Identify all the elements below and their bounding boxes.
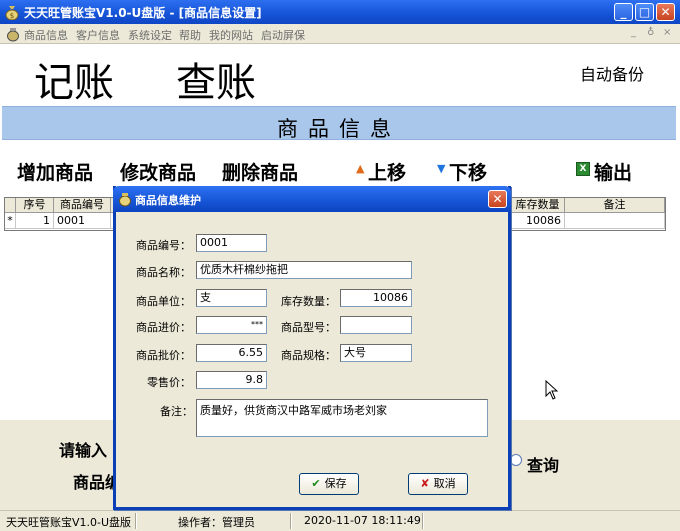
main-title-bar: $ 天天旺管账宝V1.0-U盘版 - [商品信息设置] _ □ ✕ — [0, 0, 680, 24]
mdi-minimize-button[interactable]: _ — [631, 27, 636, 38]
spec-input[interactable]: 大号 — [340, 344, 412, 362]
model-input[interactable] — [340, 316, 412, 334]
dialog-title-bar: 商品信息维护 ✕ — [113, 186, 511, 212]
cell-index[interactable]: 1 — [16, 213, 54, 229]
column-header-index[interactable]: 序号 — [16, 198, 54, 213]
record-button[interactable]: 记账 — [34, 50, 114, 108]
stock-input[interactable]: 10086 — [340, 289, 412, 307]
query-accounts-button[interactable]: 查账 — [176, 50, 256, 108]
checkmark-icon: ✔ — [311, 477, 321, 490]
edit-product-button[interactable]: 修改商品 — [120, 158, 196, 185]
menu-bar: 商品信息 客户信息 系统设定 帮助 我的网站 启动屏保 _ ♁ × — [0, 24, 680, 44]
stock-label: 库存数量： — [281, 295, 336, 308]
cost-label: 商品进价： — [136, 321, 191, 334]
window-title: 天天旺管账宝V1.0-U盘版 - [商品信息设置] — [24, 6, 262, 20]
wholesale-input[interactable]: 6.55 — [196, 344, 267, 362]
cell-note[interactable] — [565, 213, 665, 229]
svg-text:$: $ — [10, 12, 14, 20]
menu-item-screensaver[interactable]: 启动屏保 — [261, 27, 305, 43]
status-divider — [135, 513, 137, 529]
dialog-money-bag-icon — [119, 193, 131, 207]
menu-item-products[interactable]: 商品信息 — [24, 27, 68, 43]
arrow-down-icon: ▼ — [437, 162, 446, 175]
menu-item-customers[interactable]: 客户信息 — [76, 27, 120, 43]
column-header-note[interactable]: 备注 — [565, 198, 665, 213]
menu-item-settings[interactable]: 系统设定 — [128, 27, 172, 43]
section-title: 商品信息 — [277, 117, 401, 141]
spec-label: 商品规格： — [281, 349, 336, 362]
note-textarea[interactable]: 质量好，供货商汉中路军威市场老刘家 — [196, 399, 488, 437]
status-bar: 天天旺管账宝V1.0-U盘版 操作者：管理员 2020-11-07 18:11:… — [0, 510, 680, 531]
mdi-restore-button[interactable]: ♁ — [647, 27, 654, 38]
unit-input[interactable]: 支 — [196, 289, 267, 307]
mouse-cursor-icon — [545, 380, 559, 400]
cancel-button-label: 取消 — [433, 477, 456, 490]
mdi-money-bag-icon — [7, 28, 19, 42]
maximize-button[interactable]: □ — [635, 3, 654, 21]
query-radio[interactable] — [510, 454, 522, 466]
query-button[interactable]: 查询 — [527, 452, 559, 476]
code-input[interactable]: 0001 — [196, 234, 267, 252]
status-operator: 操作者：管理员 — [178, 516, 255, 529]
save-button[interactable]: ✔ 保存 — [299, 473, 359, 495]
column-header-stock[interactable]: 库存数量 — [511, 198, 565, 213]
menu-item-help[interactable]: 帮助 — [179, 27, 201, 43]
auto-backup-button[interactable]: 自动备份 — [580, 61, 644, 85]
close-button[interactable]: ✕ — [656, 3, 675, 21]
name-input[interactable]: 优质木杆棉纱拖把 — [196, 261, 412, 279]
model-label: 商品型号： — [281, 321, 336, 334]
status-divider — [422, 513, 424, 529]
status-divider — [290, 513, 292, 529]
app-money-bag-icon: $ — [5, 6, 19, 20]
query-prompt-label: 请输入 — [59, 441, 108, 460]
code-label: 商品编号： — [136, 239, 191, 252]
name-label: 商品名称： — [136, 266, 191, 279]
move-down-button[interactable]: 下移 — [449, 158, 487, 185]
row-marker[interactable]: * — [5, 213, 16, 229]
cell-stock[interactable]: 10086 — [511, 213, 565, 229]
minimize-button[interactable]: _ — [614, 3, 633, 21]
cell-code[interactable]: 0001 — [54, 213, 111, 229]
cancel-button[interactable]: ✘ 取消 — [408, 473, 468, 495]
unit-label: 商品单位： — [136, 295, 191, 308]
add-product-button[interactable]: 增加商品 — [17, 158, 93, 185]
arrow-up-icon: ▲ — [356, 162, 365, 175]
wholesale-label: 商品批价： — [136, 349, 191, 362]
move-up-button[interactable]: 上移 — [368, 158, 406, 185]
status-app-name: 天天旺管账宝V1.0-U盘版 — [6, 516, 132, 529]
dialog-title: 商品信息维护 — [135, 194, 201, 207]
retail-label: 零售价： — [147, 376, 191, 389]
save-button-label: 保存 — [324, 477, 347, 490]
delete-product-button[interactable]: 删除商品 — [222, 158, 298, 185]
excel-export-icon: X — [576, 162, 590, 176]
grid-corner — [5, 198, 16, 213]
status-datetime: 2020-11-07 18:11:49 — [304, 514, 421, 527]
retail-input[interactable]: 9.8 — [196, 371, 267, 389]
export-button[interactable]: 输出 — [594, 158, 632, 185]
dialog-close-button[interactable]: ✕ — [488, 190, 507, 208]
cross-icon: ✘ — [420, 477, 430, 490]
menu-item-website[interactable]: 我的网站 — [209, 27, 253, 43]
section-banner: 商品信息 — [2, 106, 676, 141]
product-info-dialog: 商品信息维护 ✕ 商品编号： 0001 商品名称： 优质木杆棉纱拖把 商品单位：… — [113, 186, 511, 510]
cost-input[interactable]: *** — [196, 316, 267, 334]
column-header-code[interactable]: 商品编号 — [54, 198, 111, 213]
mdi-close-button[interactable]: × — [663, 27, 671, 38]
note-label: 备注： — [160, 405, 193, 418]
